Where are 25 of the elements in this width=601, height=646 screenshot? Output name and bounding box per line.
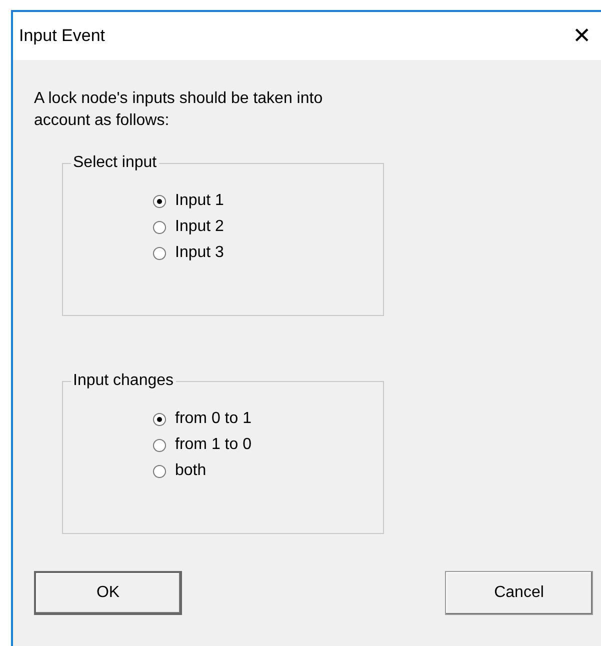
radio-button[interactable]	[153, 438, 166, 452]
option-label: Input 1	[175, 192, 224, 210]
option-label: Input 2	[175, 218, 224, 236]
instruction-text: A lock node's inputs should be taken into account as follows:	[34, 89, 324, 131]
radio-button[interactable]	[153, 194, 166, 208]
radio-button[interactable]	[153, 246, 166, 260]
option-label: from 0 to 1	[175, 410, 252, 428]
radio-option[interactable]: from 0 to 1	[153, 410, 383, 428]
group-title: Select input	[72, 154, 158, 172]
option-label: Input 3	[175, 244, 224, 262]
radio-button[interactable]	[153, 464, 166, 478]
option-label: from 1 to 0	[175, 436, 252, 454]
group-title: Input changes	[72, 372, 175, 390]
radio-option[interactable]: Input 3	[153, 244, 383, 262]
ok-button[interactable]: OK	[34, 571, 182, 615]
radio-button[interactable]	[153, 220, 166, 234]
option-label: both	[175, 462, 206, 480]
radio-button[interactable]	[153, 412, 166, 426]
radio-option[interactable]: Input 1	[153, 192, 383, 210]
radio-option[interactable]: Input 2	[153, 218, 383, 236]
close-button[interactable]: ✕	[562, 24, 601, 48]
window-title: Input Event	[19, 26, 106, 46]
cancel-button[interactable]: Cancel	[445, 571, 593, 615]
radio-option[interactable]: both	[153, 462, 383, 480]
radio-option[interactable]: from 1 to 0	[153, 436, 383, 454]
